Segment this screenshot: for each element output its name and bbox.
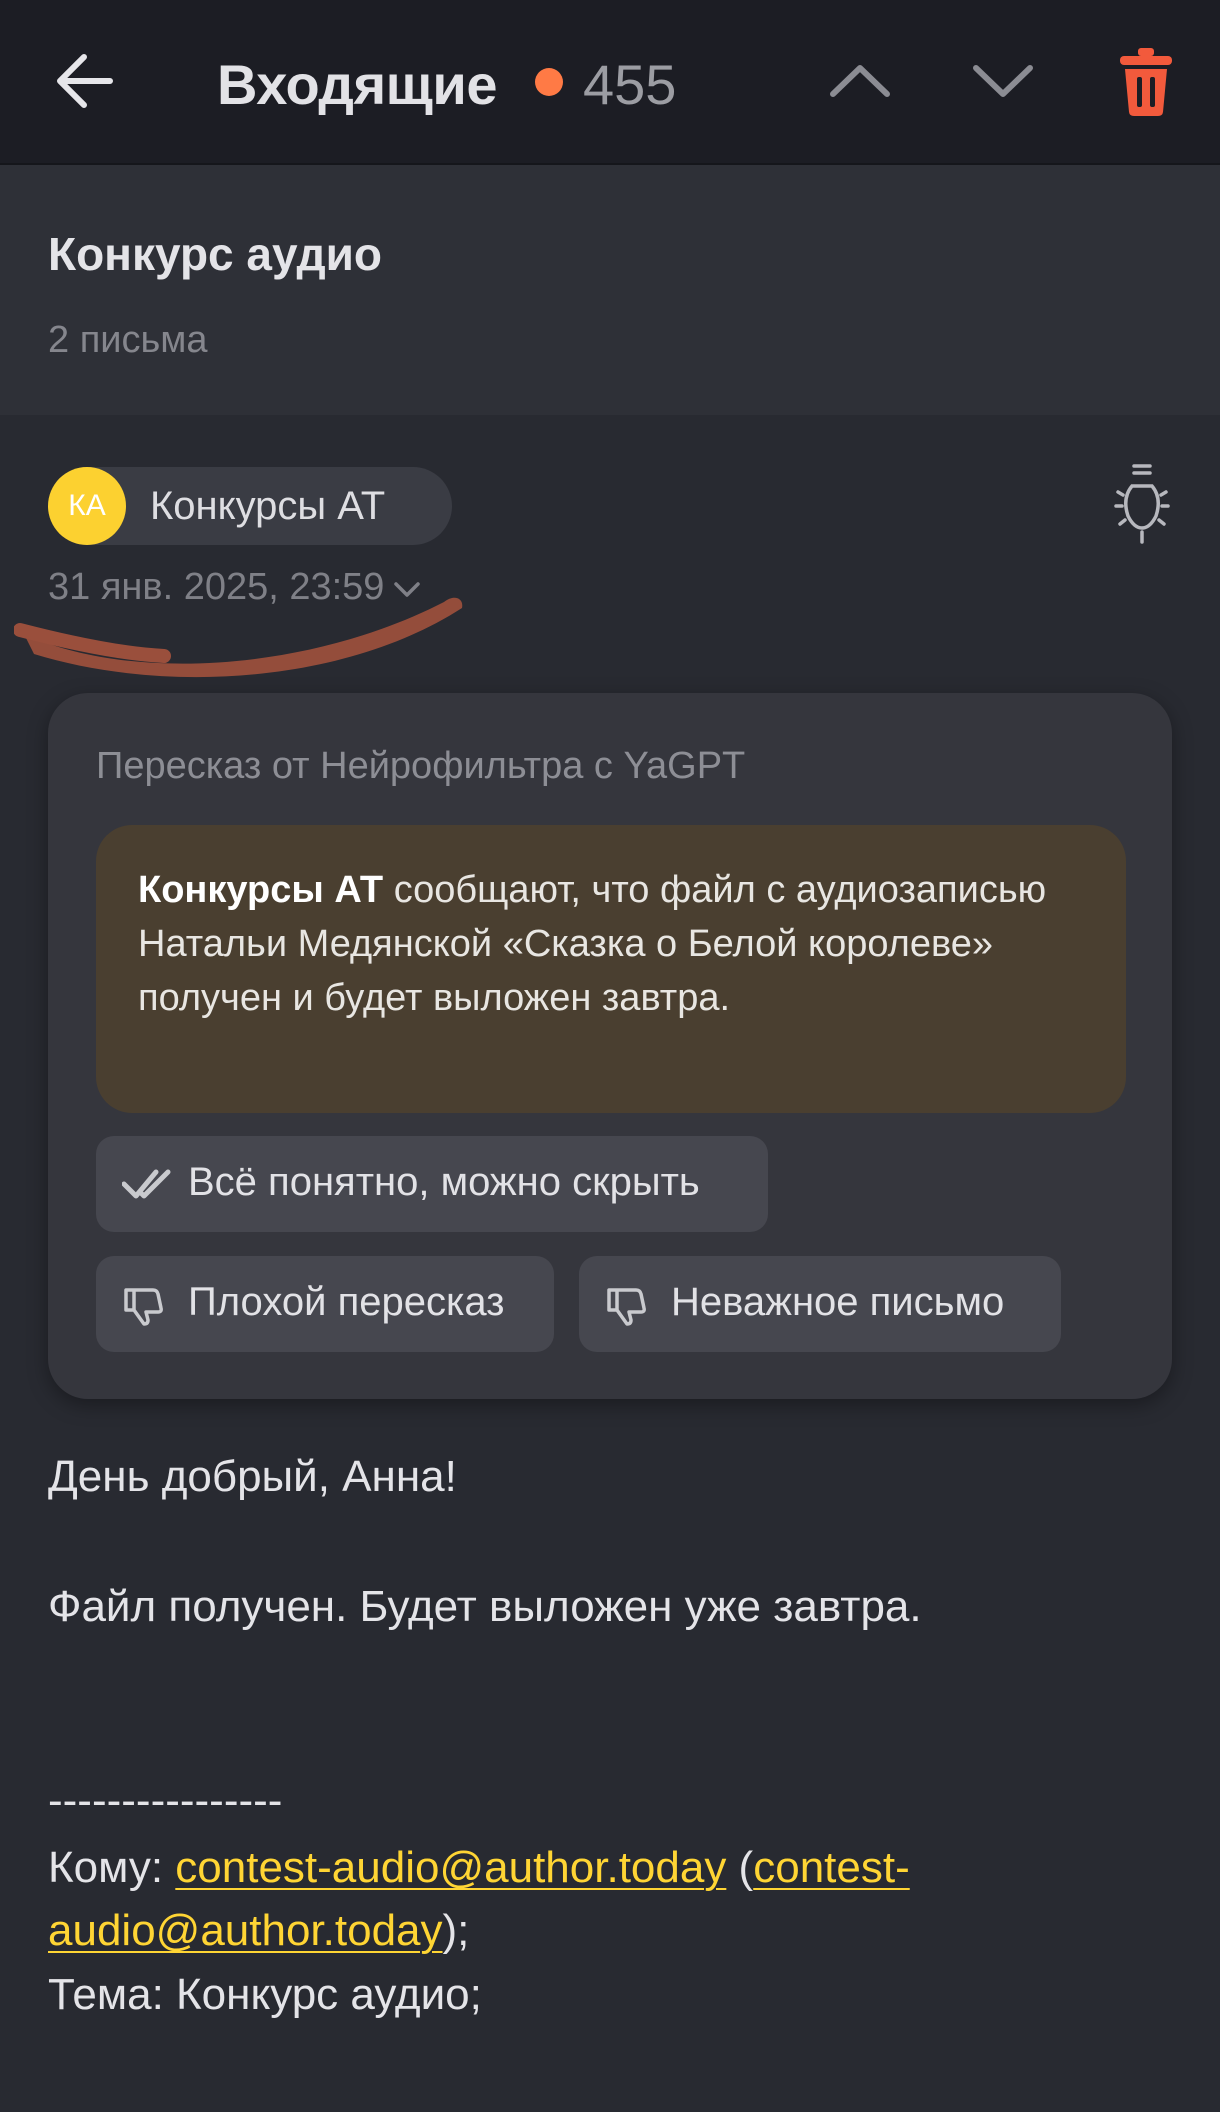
- summary-heading: Пересказ от Нейрофильтра с YaGPT: [96, 745, 746, 787]
- thumbs-down-icon: [607, 1288, 646, 1326]
- summary-box: Конкурсы АТ сообщают, что файл с аудиоза…: [96, 825, 1126, 1113]
- unread-indicator-dot: [535, 68, 563, 96]
- avatar: КА: [48, 467, 126, 545]
- hide-summary-button[interactable]: Всё понятно, можно скрыть: [96, 1136, 768, 1232]
- thread-header: Конкурс аудио 2 письма: [0, 165, 1220, 415]
- top-bar: Входящие 455: [0, 0, 1220, 165]
- next-message-button[interactable]: [970, 50, 1036, 112]
- sender-name: Конкурсы АТ: [150, 484, 386, 528]
- delete-button[interactable]: [1118, 44, 1174, 118]
- bad-summary-label: Плохой пересказ: [188, 1280, 505, 1324]
- recipient-email-link[interactable]: contest-audio@author.today: [175, 1843, 726, 1892]
- hide-summary-label: Всё понятно, можно скрыть: [188, 1160, 700, 1204]
- back-button[interactable]: [52, 46, 116, 116]
- lightbulb-icon: [1114, 464, 1170, 544]
- redaction-scribble: [14, 597, 463, 678]
- recipient-label: Кому:: [48, 1843, 176, 1892]
- recipient-line: Кому: contest-audio@author.today (contes…: [48, 1843, 910, 1893]
- summary-text: Конкурсы АТ сообщают, что файл с аудиоза…: [138, 863, 1088, 1025]
- summary-card: Пересказ от Нейрофильтра с YaGPT Конкурс…: [48, 693, 1172, 1399]
- sender-chip[interactable]: КА Конкурсы АТ: [48, 467, 452, 545]
- back-arrow-icon: [57, 54, 113, 108]
- summary-sender: Конкурсы АТ: [138, 869, 384, 911]
- recipient-paren-open: (: [726, 1843, 754, 1892]
- thread-letters-count: 2 письма: [48, 319, 208, 361]
- lightbulb-button[interactable]: [1110, 462, 1174, 548]
- bad-summary-button[interactable]: Плохой пересказ: [96, 1256, 554, 1352]
- recipient-paren-close: );: [442, 1906, 470, 1955]
- recipient-email-alt-link-part2[interactable]: audio@author.today: [48, 1906, 443, 1955]
- inbox-title: Входящие: [217, 53, 497, 116]
- previous-message-button[interactable]: [827, 50, 893, 112]
- unimportant-letter-label: Неважное письмо: [671, 1280, 1005, 1324]
- chevron-down-icon: [973, 65, 1033, 97]
- thumbs-down-icon: [124, 1288, 163, 1326]
- thread-subject: Конкурс аудио: [48, 228, 383, 280]
- subject-line: Тема: Конкурс аудио;: [48, 1970, 482, 2019]
- trash-icon: [1120, 48, 1172, 116]
- recipient-line-continued: audio@author.today);: [48, 1906, 469, 1956]
- unimportant-letter-button[interactable]: Неважное письмо: [579, 1256, 1061, 1352]
- chevron-up-icon: [830, 65, 890, 97]
- unread-count: 455: [583, 53, 677, 116]
- message-separator: ----------------: [48, 1776, 283, 1825]
- recipient-email-alt-link-part1[interactable]: contest-: [753, 1843, 910, 1892]
- message-text: Файл получен. Будет выложен уже завтра.: [48, 1582, 922, 1631]
- double-check-icon: [122, 1169, 171, 1199]
- message-greeting: День добрый, Анна!: [48, 1452, 457, 1501]
